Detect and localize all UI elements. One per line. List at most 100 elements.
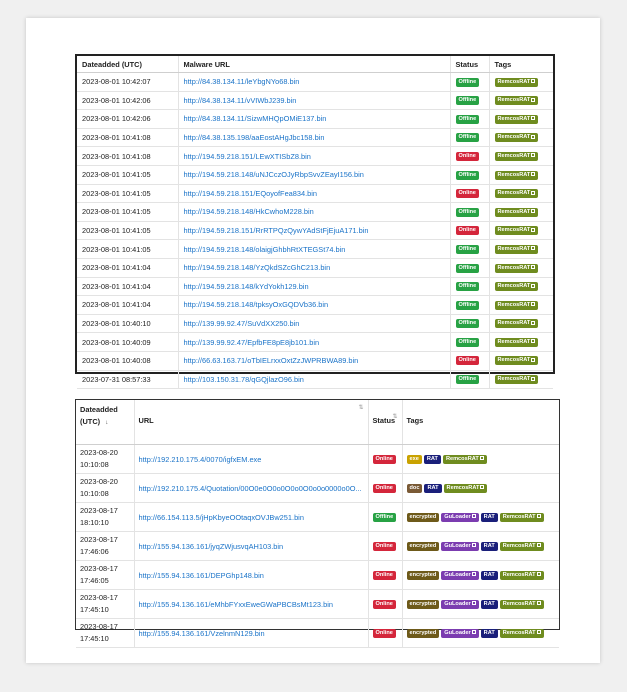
malware-url-link[interactable]: http://194.59.218.151/EQoyofFea834.bin	[184, 189, 318, 198]
tag-doc-badge[interactable]: doc	[406, 483, 423, 493]
tag-label: RemcosRAT	[502, 600, 536, 607]
url-cell: http://155.94.136.161/jyqZWjusvqAH103.bi…	[133, 531, 368, 561]
malware-url-link[interactable]: http://194.59.218.148/uNJCczOJyRbpSvvZEa…	[184, 170, 364, 179]
column-header-status[interactable]: Status ⇅	[367, 400, 402, 445]
tag-guloader-badge[interactable]: GuLoader	[441, 541, 479, 551]
malware-url-link[interactable]: http://139.99.92.47/EpfbFE8pE8jb101.bin	[184, 338, 320, 347]
tag-remcosrat-badge[interactable]: RemcosRAT	[443, 483, 488, 493]
table-row: 2023-08-01 10:41:05 http://194.59.218.151…	[77, 184, 553, 204]
malware-url-link[interactable]: http://84.38.134.11/SizwMHQpOMiE137.bin	[184, 114, 327, 123]
tag-remcosrat-badge[interactable]: RemcosRAT	[494, 189, 539, 199]
malware-url-link[interactable]: http://84.38.134.11/vVIWbJ239.bin	[184, 96, 297, 105]
tag-remcosrat-badge[interactable]: RemcosRAT	[494, 300, 539, 310]
malware-url-link[interactable]: http://194.59.218.151/RrRTPQzQywYAdStFjE…	[184, 226, 369, 235]
malware-url-link[interactable]: http://194.59.218.148/olaigjGhbhRtXTEGSt…	[184, 245, 346, 254]
tag-exe-badge[interactable]: exe	[406, 454, 422, 464]
tag-encrypted-badge[interactable]: encrypted	[406, 512, 440, 522]
malware-url-link[interactable]: http://66.63.163.71/oTbIELrxxOxtZzJWPRBW…	[184, 356, 359, 365]
url-cell: http://84.38.135.198/aaEostAHgJbc158.bin	[177, 128, 450, 148]
sort-desc-icon[interactable]: ↓	[105, 420, 108, 426]
tag-remcosrat-badge[interactable]: RemcosRAT	[499, 541, 544, 551]
column-header-tags[interactable]: Tags	[488, 56, 553, 73]
tag-remcosrat-badge[interactable]: RemcosRAT	[494, 77, 539, 87]
column-header-url[interactable]: Malware URL	[177, 56, 450, 73]
tag-remcosrat-badge[interactable]: RemcosRAT	[494, 337, 539, 347]
tag-remcosrat-badge[interactable]: RemcosRAT	[494, 244, 539, 254]
tag-label: RemcosRAT	[497, 134, 531, 141]
malware-url-link[interactable]: http://155.94.136.161/jyqZWjusvqAH103.bi…	[139, 542, 284, 551]
tag-remcosrat-badge[interactable]: RemcosRAT	[494, 170, 539, 180]
tag-rat-badge[interactable]: RAT	[480, 570, 498, 580]
malware-url-link[interactable]: http://194.59.218.148/YzQkdSZcGhC213.bin	[184, 263, 331, 272]
tag-encrypted-badge[interactable]: encrypted	[406, 599, 440, 609]
tag-remcosrat-badge[interactable]: RemcosRAT	[442, 454, 487, 464]
table-row: 2023-08-01 10:41:04 http://194.59.218.148…	[77, 277, 553, 297]
tag-rat-badge[interactable]: RAT	[480, 512, 498, 522]
tag-encrypted-badge[interactable]: encrypted	[406, 541, 440, 551]
tag-encrypted-badge[interactable]: encrypted	[406, 628, 440, 638]
column-header-tags[interactable]: Tags	[401, 400, 559, 445]
tags-cell: RemcosRAT	[488, 128, 553, 148]
tag-remcosrat-badge[interactable]: RemcosRAT	[494, 263, 539, 273]
malware-url-link[interactable]: http://155.94.136.161/VzelnmN129.bin	[139, 629, 265, 638]
tag-remcosrat-badge[interactable]: RemcosRAT	[499, 599, 544, 609]
tag-rat-badge[interactable]: RAT	[424, 483, 442, 493]
status-cell: Online	[367, 560, 402, 590]
tag-remcosrat-badge[interactable]: RemcosRAT	[494, 96, 539, 106]
tag-remcosrat-badge[interactable]: RemcosRAT	[499, 570, 544, 580]
document-page: Dateadded (UTC) Malware URL Status Tags …	[26, 18, 600, 663]
tags-cell: doc RAT RemcosRAT	[401, 473, 559, 503]
table-row: 2023-08-01 10:41:04 http://194.59.218.148…	[77, 295, 553, 315]
tag-guloader-badge[interactable]: GuLoader	[441, 512, 479, 522]
column-header-url[interactable]: URL ⇅	[133, 400, 368, 445]
malware-url-link[interactable]: http://194.59.218.148/kYdYokh129.bin	[184, 282, 309, 291]
tag-remcosrat-badge[interactable]: RemcosRAT	[494, 375, 539, 385]
url-cell: http://66.154.113.5/jHpKbyeOOtaqxOVJBw25…	[133, 502, 368, 532]
tag-rat-badge[interactable]: RAT	[480, 599, 498, 609]
tag-remcosrat-badge[interactable]: RemcosRAT	[499, 628, 544, 638]
tag-remcosrat-badge[interactable]: RemcosRAT	[494, 226, 539, 236]
tag-rat-badge[interactable]: RAT	[480, 541, 498, 551]
column-header-date[interactable]: Dateadded (UTC)	[77, 56, 178, 73]
tags-cell: encrypted GuLoader RAT RemcosRAT	[401, 502, 559, 532]
tag-label: RemcosRAT	[497, 320, 531, 327]
malware-url-link[interactable]: http://194.59.218.148/tpksyOxGQDVb36.bin	[184, 300, 329, 309]
column-header-date[interactable]: Dateadded (UTC) ↓	[76, 400, 134, 445]
tag-remcosrat-badge[interactable]: RemcosRAT	[494, 319, 539, 329]
tag-remcosrat-badge[interactable]: RemcosRAT	[494, 151, 539, 161]
tag-label: RemcosRAT	[502, 513, 536, 520]
malware-url-link[interactable]: http://192.210.175.4/0070/igfxEM.exe	[139, 455, 262, 464]
url-cell: http://194.59.218.148/kYdYokh129.bin	[177, 277, 450, 297]
tag-label: RemcosRAT	[497, 245, 531, 252]
tag-label: GuLoader	[444, 600, 471, 607]
tag-remcosrat-badge[interactable]: RemcosRAT	[499, 512, 544, 522]
malware-url-link[interactable]: http://84.38.135.198/aaEostAHgJbc158.bin	[184, 133, 325, 142]
tag-remcosrat-badge[interactable]: RemcosRAT	[494, 356, 539, 366]
tag-rat-badge[interactable]: RAT	[423, 454, 441, 464]
tag-guloader-badge[interactable]: GuLoader	[441, 628, 479, 638]
external-link-icon	[471, 601, 476, 606]
malware-url-link[interactable]: http://155.94.136.161/DEPGhp148.bin	[139, 571, 264, 580]
tag-remcosrat-badge[interactable]: RemcosRAT	[494, 133, 539, 143]
tag-rat-badge[interactable]: RAT	[480, 628, 498, 638]
malware-url-link[interactable]: http://192.210.175.4/Quotation/00O0e0O0o…	[139, 484, 362, 493]
tag-label: RAT	[483, 571, 495, 578]
malware-url-link[interactable]: http://155.94.136.161/eMhbFYxxEweGWaPBCB…	[139, 600, 333, 609]
malware-url-link[interactable]: http://139.99.92.47/SuVdXX250.bin	[184, 319, 300, 328]
malware-url-link[interactable]: http://194.59.218.151/LEwXTISbZ8.bin	[184, 152, 311, 161]
tag-remcosrat-badge[interactable]: RemcosRAT	[494, 282, 539, 292]
malware-url-link[interactable]: http://84.38.134.11/leYbgNYo68.bin	[184, 77, 300, 86]
sort-icon[interactable]: ⇅	[358, 404, 363, 411]
tag-encrypted-badge[interactable]: encrypted	[406, 570, 440, 580]
malware-url-link[interactable]: http://194.59.218.148/HkCwhoM228.bin	[184, 207, 314, 216]
tag-remcosrat-badge[interactable]: RemcosRAT	[494, 114, 539, 124]
tag-remcosrat-badge[interactable]: RemcosRAT	[494, 207, 539, 217]
malware-url-link[interactable]: http://103.150.31.78/qGQjlazO96.bin	[184, 375, 304, 384]
tags-cell: RemcosRAT	[488, 314, 553, 334]
url-table-panel: Dateadded (UTC) ↓ URL ⇅ Status ⇅ Tags 20…	[75, 399, 560, 648]
malware-url-link[interactable]: http://66.154.113.5/jHpKbyeOOtaqxOVJBw25…	[139, 513, 304, 522]
tag-guloader-badge[interactable]: GuLoader	[441, 599, 479, 609]
status-badge: Online	[372, 483, 396, 493]
column-header-status[interactable]: Status	[449, 56, 489, 73]
tag-guloader-badge[interactable]: GuLoader	[441, 570, 479, 580]
